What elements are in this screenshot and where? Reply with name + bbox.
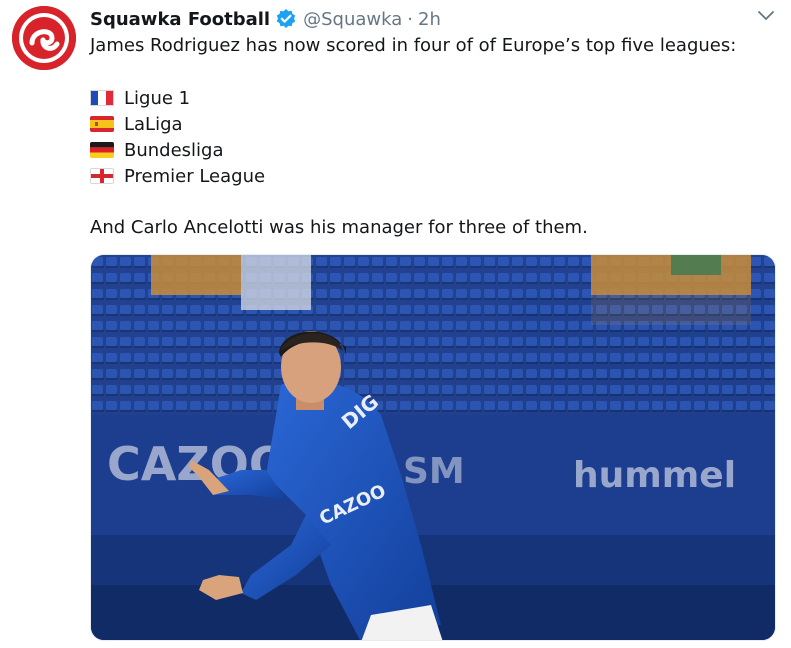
tweet-text-closing: And Carlo Ancelotti was his manager for … [90, 217, 588, 238]
player-celebration-photo: CAZOO SM hummel DIG CAZOO [91, 255, 775, 640]
tweet-header: Squawka Football @Squawka · 2h [90, 7, 441, 31]
tweet-timestamp[interactable]: 2h [418, 9, 441, 30]
tweet-photo[interactable]: CAZOO SM hummel DIG CAZOO [90, 254, 776, 641]
board-text-right: hummel [573, 455, 736, 496]
league-label: Ligue 1 [124, 87, 191, 109]
league-label: LaLiga [124, 113, 183, 135]
squawka-logo-icon [12, 6, 76, 70]
tweet-text-intro: James Rodriguez has now scored in four o… [90, 35, 737, 56]
list-item: Ligue 1 [90, 85, 190, 111]
tweet-card: Squawka Football @Squawka · 2h James Rod… [0, 0, 791, 648]
author-handle[interactable]: @Squawka [303, 9, 402, 30]
league-label: Bundesliga [124, 139, 224, 161]
league-label: Premier League [124, 165, 266, 187]
england-flag-icon [90, 168, 114, 184]
germany-flag-icon [90, 142, 114, 158]
list-item: Premier League [90, 163, 265, 189]
list-item: LaLiga [90, 111, 183, 137]
spain-flag-icon [90, 116, 114, 132]
chevron-down-icon[interactable] [757, 8, 775, 22]
france-flag-icon [90, 90, 114, 106]
board-text-mid: SM [403, 451, 465, 492]
separator-dot: · [407, 8, 413, 30]
list-item: Bundesliga [90, 137, 224, 163]
avatar[interactable] [12, 6, 76, 70]
verified-badge-icon [275, 8, 297, 30]
author-name[interactable]: Squawka Football [90, 9, 270, 30]
